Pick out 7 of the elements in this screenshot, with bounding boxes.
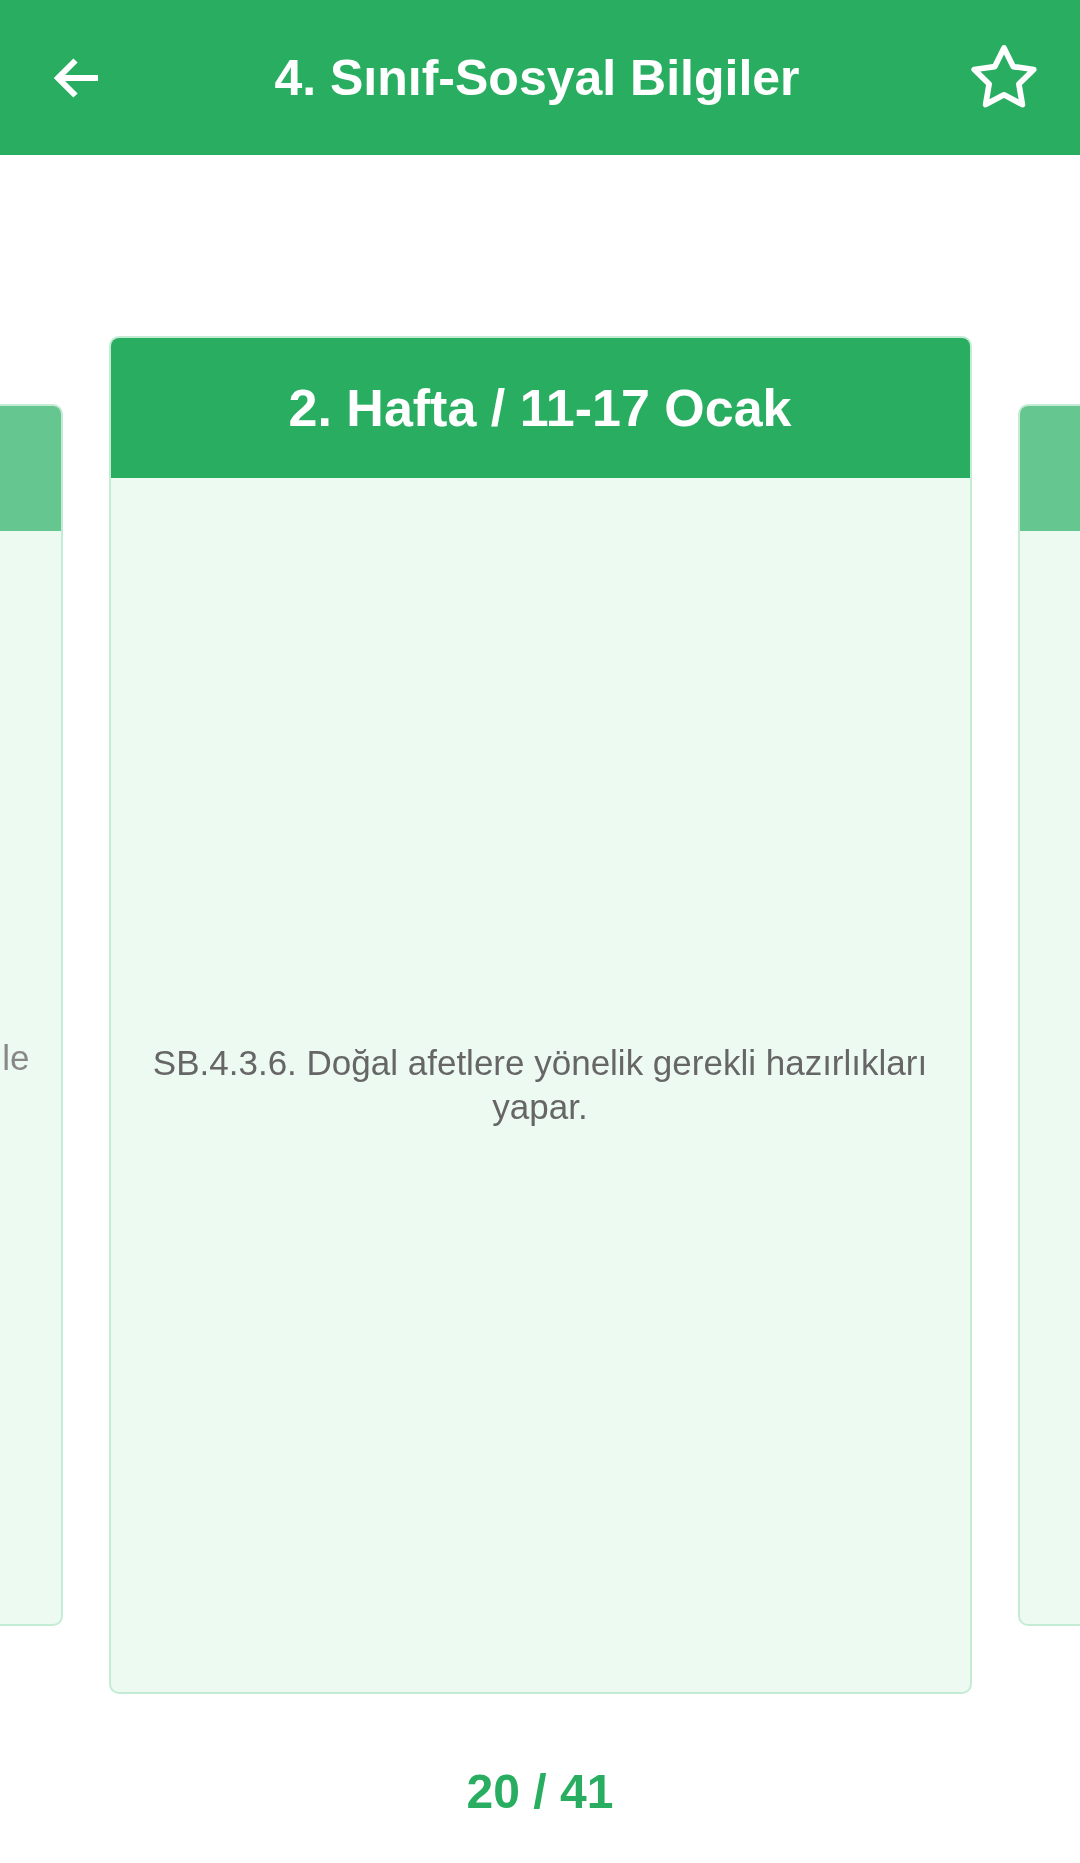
- screen-title: 4. Sınıf-Sosyal Bilgiler: [274, 48, 800, 107]
- objective-text: le: [2, 1036, 30, 1079]
- week-card[interactable]: 2. Hafta / 11-17 Ocak SB.4.3.6. Doğal afetlere yönelik gerekli hazırlıkları yapar.: [108, 336, 972, 1694]
- week-title: 2. Hafta / 11-17 Ocak: [288, 378, 792, 438]
- page-counter: 20 / 41: [465, 1764, 615, 1819]
- week-card[interactable]: le: [0, 404, 63, 1626]
- objective-text: SB.4.3.6. Doğal afetlere yönelik gerekli hazırlıkları yapar.: [151, 1042, 929, 1128]
